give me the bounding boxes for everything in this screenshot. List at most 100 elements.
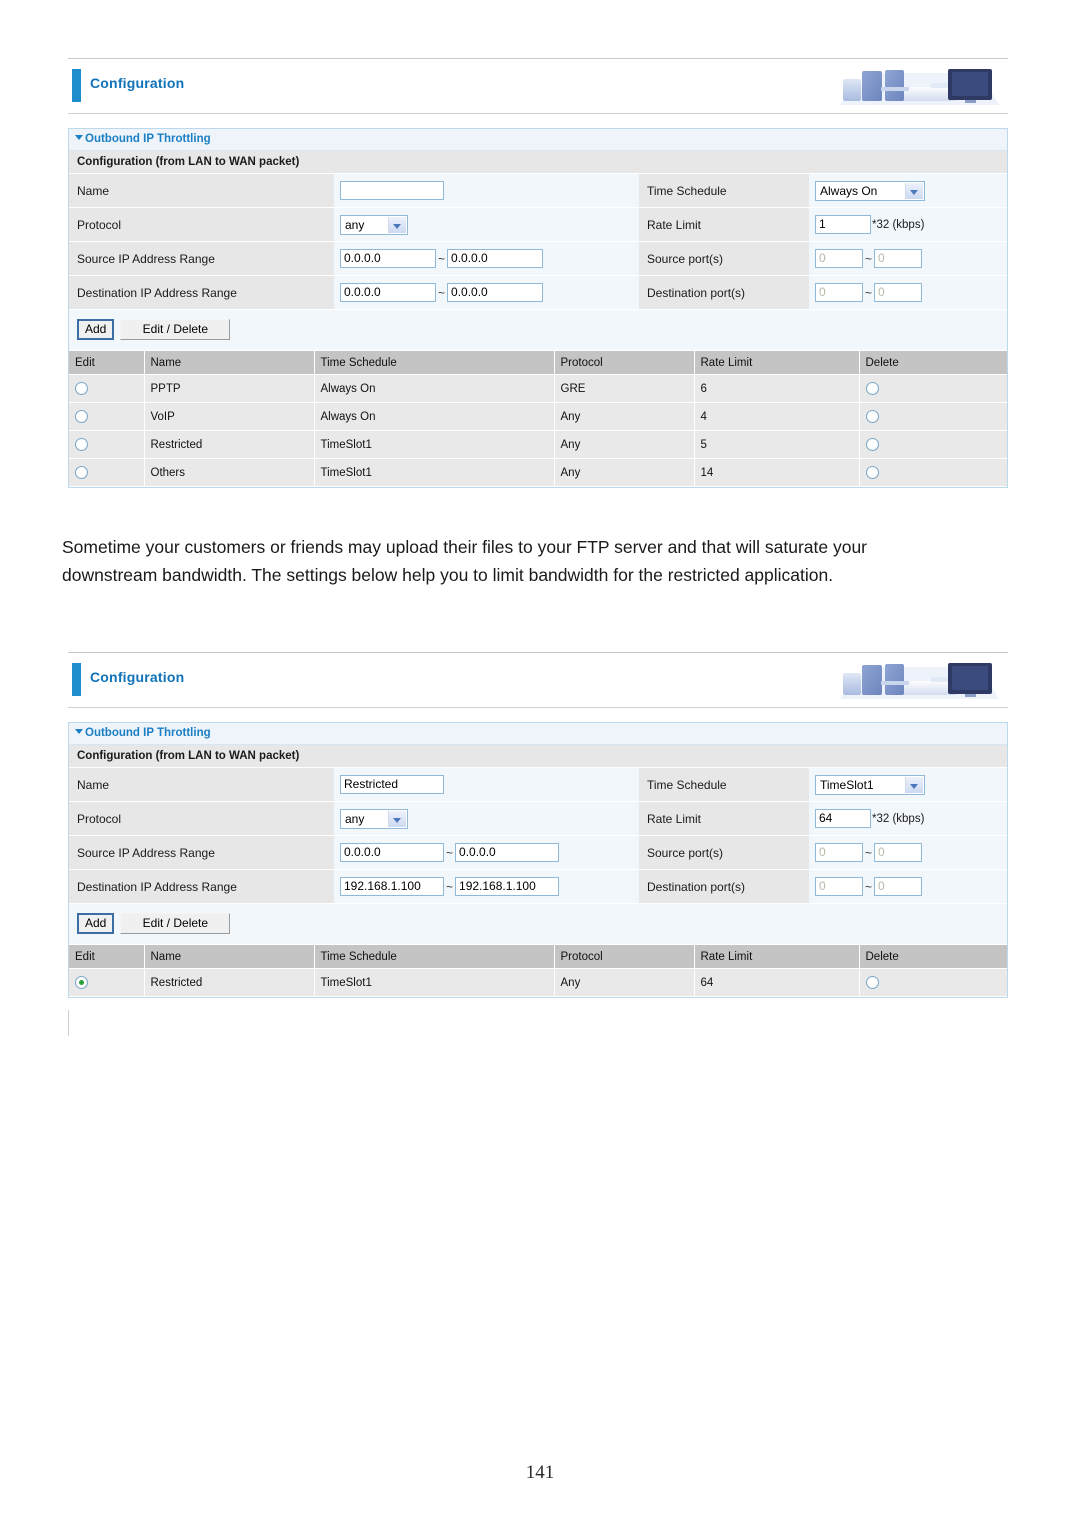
destination-port-from-input[interactable]: 0 [815,283,863,302]
column-header-rate-limit: Rate Limit [694,945,860,969]
table-row: Restricted TimeSlot1 Any 5 [69,430,1007,459]
field-source-ip-range: 0.0.0.0 ~0.0.0.0 [334,835,639,870]
range-separator: ~ [865,879,873,894]
protocol-select[interactable]: any [340,214,408,235]
source-port-from-input[interactable]: 0 [815,843,863,862]
range-separator: ~ [865,845,873,860]
destination-port-from-input[interactable]: 0 [815,877,863,896]
delete-radio[interactable] [865,382,879,395]
cell-delete [859,458,1007,487]
field-source-ports: 0 ~0 [809,835,1007,870]
cell-time-schedule: TimeSlot1 [314,968,555,997]
form-row-name: Name Restricted Time Schedule TimeSlot1 [69,768,1007,802]
label-time-schedule: Time Schedule [639,768,809,802]
add-button[interactable]: Add [77,913,115,934]
cell-edit [69,430,145,459]
time-schedule-select[interactable]: TimeSlot1 [815,774,925,795]
edit-radio[interactable] [75,438,88,451]
panel-title-label: Outbound IP Throttling [85,727,211,739]
cell-delete [859,374,1007,403]
name-input[interactable] [340,181,444,200]
cell-delete [859,402,1007,431]
cell-name: VoIP [144,402,315,431]
range-separator: ~ [438,285,446,300]
add-button[interactable]: Add [77,319,115,340]
delete-radio[interactable] [865,410,879,423]
page-title: Configuration [90,669,185,685]
chevron-down-icon[interactable] [905,776,923,793]
app-header: Configuration [68,653,1008,708]
destination-ip-from-input[interactable]: 192.168.1.100 [340,877,444,896]
rate-limit-unit: *32 (kbps) [872,812,925,825]
source-port-to-input[interactable]: 0 [874,249,923,268]
field-name: Restricted [334,768,639,802]
label-rate-limit: Rate Limit [639,801,809,836]
edit-delete-button[interactable]: Edit / Delete [120,913,231,934]
label-rate-limit: Rate Limit [639,207,809,242]
label-source-ports: Source port(s) [639,241,809,276]
source-port-to-input[interactable]: 0 [874,843,923,862]
field-time-schedule: Always On [809,174,1007,208]
column-header-delete: Delete [859,945,1007,969]
field-rate-limit: 64 *32 (kbps) [809,801,1007,836]
panel-title-label: Outbound IP Throttling [85,133,211,145]
chevron-down-icon[interactable] [388,810,406,827]
label-time-schedule: Time Schedule [639,174,809,208]
cell-edit [69,968,145,997]
destination-ip-to-input[interactable]: 0.0.0.0 [447,283,544,302]
destination-ip-to-input[interactable]: 192.168.1.100 [455,877,560,896]
chevron-down-icon[interactable] [75,135,83,140]
column-header-delete: Delete [859,351,1007,375]
chevron-down-icon[interactable] [388,216,406,233]
form-row-name: Name Time Schedule Always On [69,174,1007,208]
throttling-rules-table: Edit Name Time Schedule Protocol Rate Li… [69,351,1007,487]
source-ip-to-input[interactable]: 0.0.0.0 [455,843,560,862]
rate-limit-unit: *32 (kbps) [872,218,925,231]
table-header-row: Edit Name Time Schedule Protocol Rate Li… [69,351,1007,375]
office-workstation-illustration-icon [831,655,1006,703]
form-row-protocol: Protocol any Rate Limit 64 *32 (kbps) [69,801,1007,836]
chevron-down-icon[interactable] [75,729,83,734]
panel-title-bar[interactable]: Outbound IP Throttling [69,128,1007,151]
delete-radio[interactable] [865,438,879,451]
time-schedule-select[interactable]: Always On [815,180,925,201]
delete-radio[interactable] [865,976,879,989]
column-header-name: Name [144,945,315,969]
edit-radio[interactable] [75,466,88,479]
label-source-ports: Source port(s) [639,835,809,870]
field-source-ip-range: 0.0.0.0 ~0.0.0.0 [334,241,639,276]
source-port-from-input[interactable]: 0 [815,249,863,268]
column-header-rate-limit: Rate Limit [694,351,860,375]
body-paragraph: Sometime your customers or friends may u… [62,537,868,585]
destination-ip-from-input[interactable]: 0.0.0.0 [340,283,436,302]
accent-bar [72,69,81,102]
field-source-ports: 0 ~0 [809,241,1007,276]
field-protocol: any [334,207,639,242]
name-input[interactable]: Restricted [340,775,444,794]
cell-name: Restricted [144,968,315,997]
edit-delete-button[interactable]: Edit / Delete [120,319,231,340]
rules-body-1: PPTP Always On GRE 6 VoIP Always On Any 4 Restri… [69,374,1007,487]
destination-port-to-input[interactable]: 0 [874,283,923,302]
rate-limit-input[interactable]: 1 [815,215,871,234]
label-protocol: Protocol [69,801,334,836]
label-destination-ip-range: Destination IP Address Range [69,275,334,310]
edit-radio[interactable] [75,382,88,395]
destination-port-to-input[interactable]: 0 [874,877,923,896]
label-destination-ports: Destination port(s) [639,869,809,904]
protocol-select[interactable]: any [340,808,408,829]
edit-radio[interactable] [75,410,88,423]
form-row-protocol: Protocol any Rate Limit 1 *32 (kbps) [69,207,1007,242]
delete-radio[interactable] [865,466,879,479]
chevron-down-icon[interactable] [905,182,923,199]
form-actions: Add Edit / Delete [69,310,1007,351]
panel-title-bar[interactable]: Outbound IP Throttling [69,722,1007,745]
source-ip-from-input[interactable]: 0.0.0.0 [340,843,444,862]
source-ip-from-input[interactable]: 0.0.0.0 [340,249,436,268]
edit-radio[interactable] [75,976,88,989]
column-header-name: Name [144,351,315,375]
cell-edit [69,374,145,403]
source-ip-to-input[interactable]: 0.0.0.0 [447,249,544,268]
column-header-edit: Edit [69,945,145,969]
rate-limit-input[interactable]: 64 [815,809,871,828]
